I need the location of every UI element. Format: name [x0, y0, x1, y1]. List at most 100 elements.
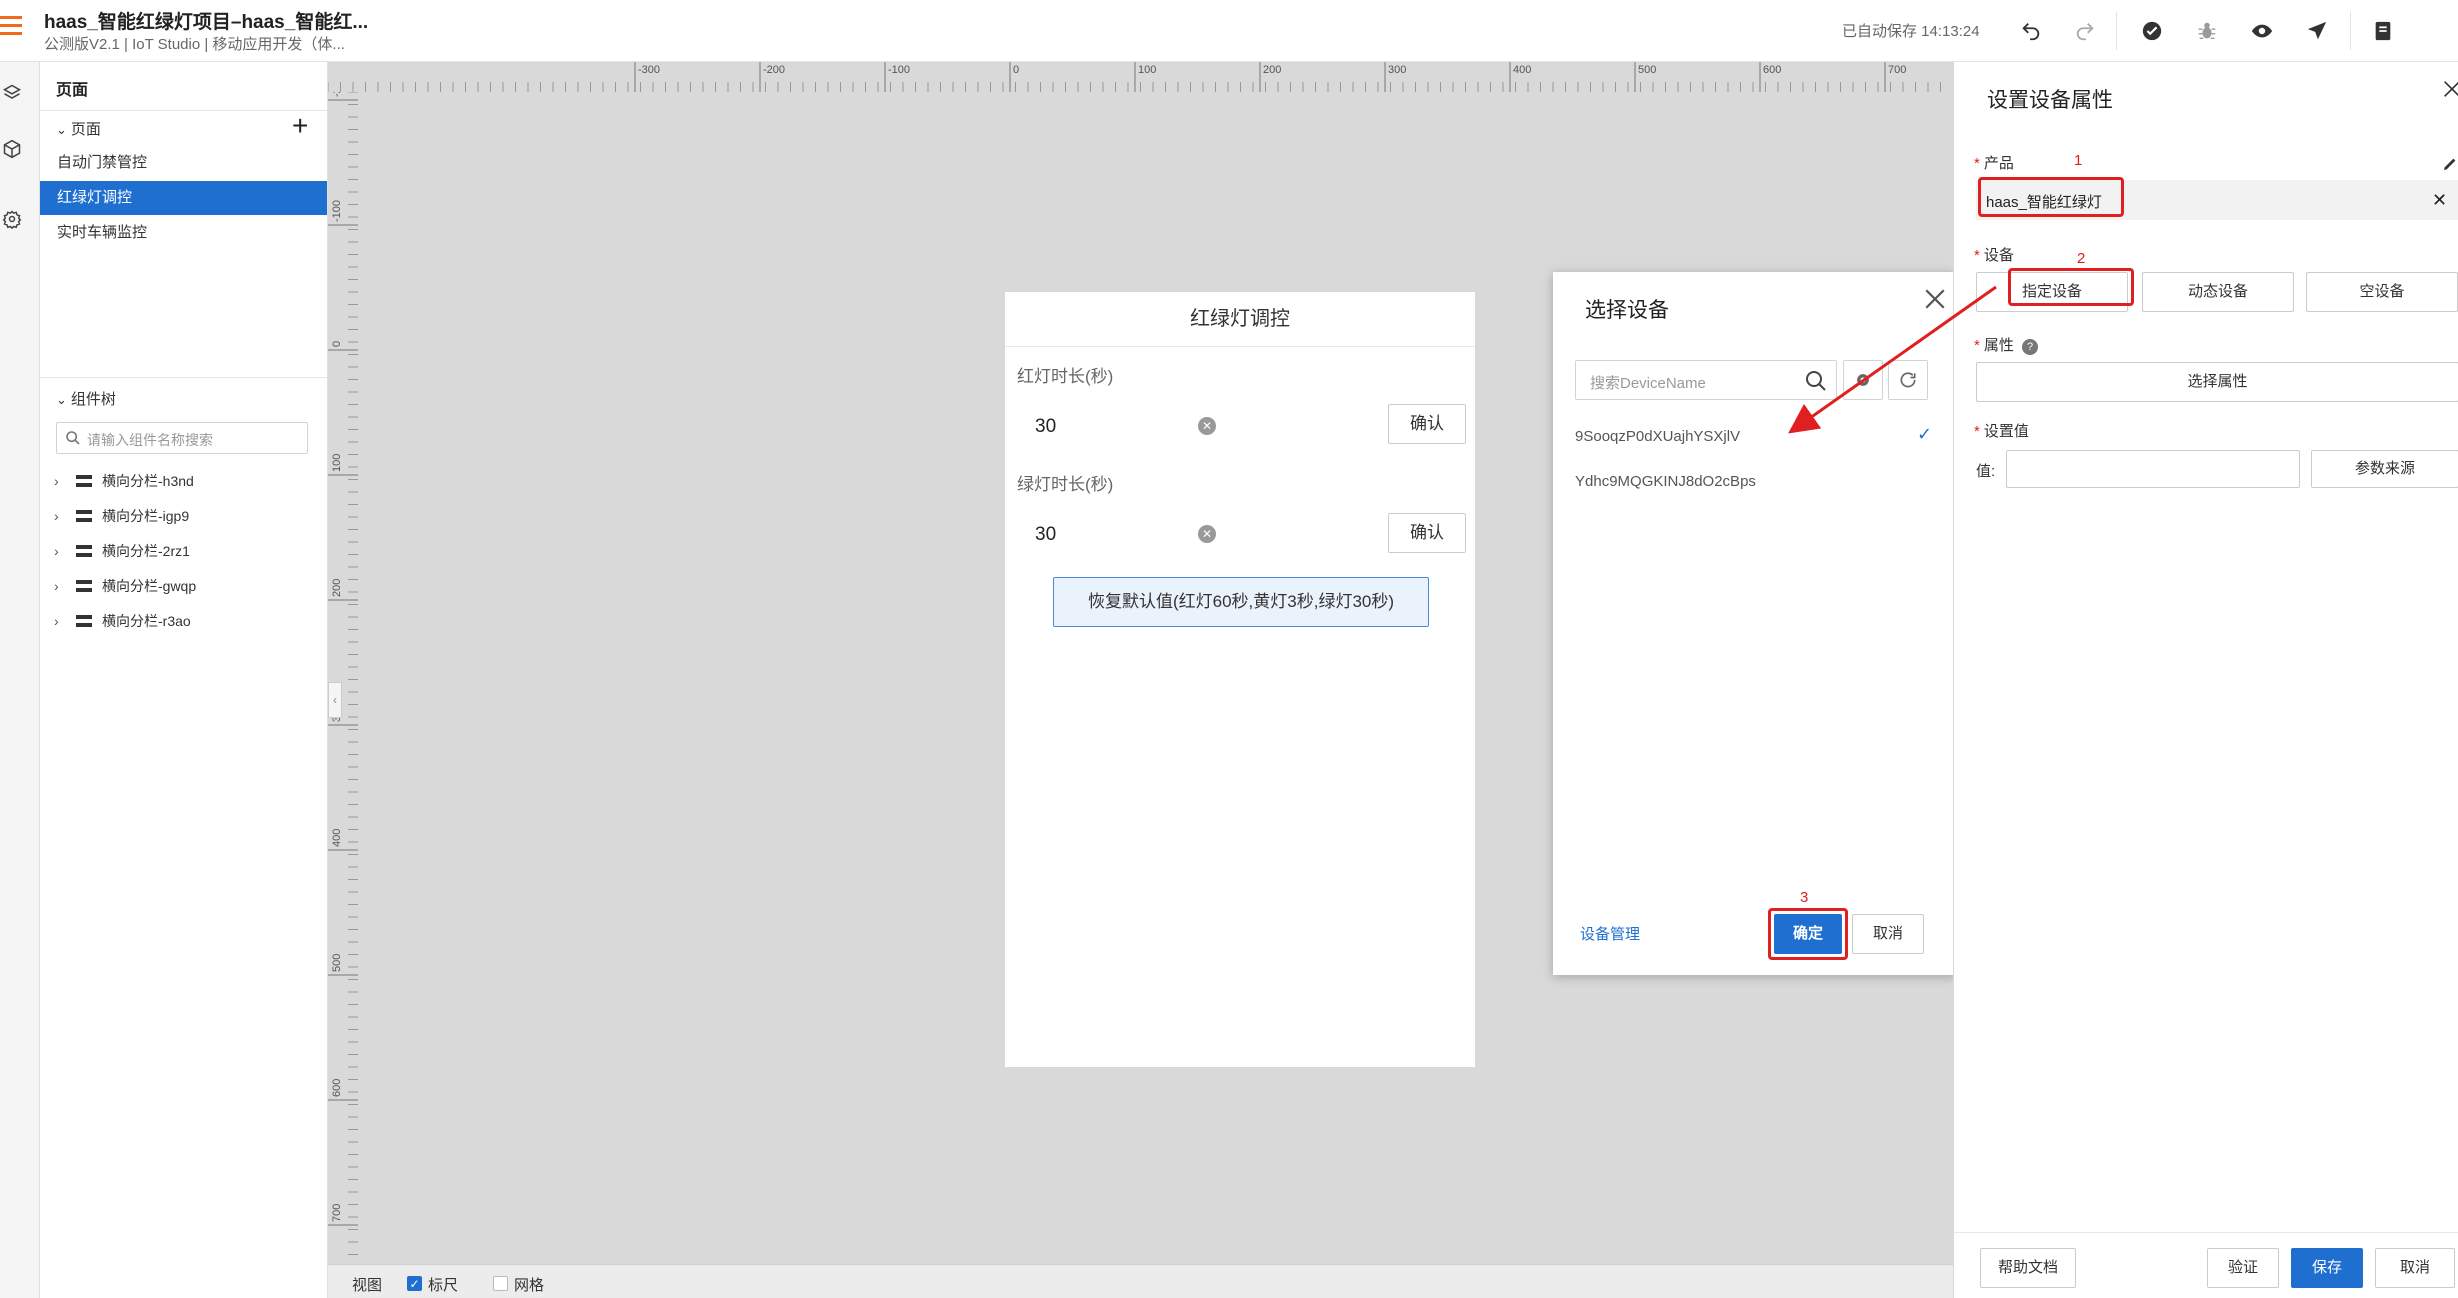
debug-bug-icon[interactable]	[2192, 16, 2222, 46]
tree-item[interactable]: › 横向分栏-2rz1	[54, 536, 190, 566]
chevron-right-icon: ›	[54, 508, 59, 524]
product-label-text: 产品	[1983, 155, 2014, 172]
ruler-label: 700	[331, 1204, 343, 1222]
green-confirm-button[interactable]: 确认	[1388, 513, 1466, 553]
edit-pencil-icon[interactable]	[2442, 156, 2458, 172]
ruler-label: 700	[1888, 64, 1906, 76]
close-icon[interactable]	[1920, 284, 1950, 314]
pages-group-toggle[interactable]: ⌄ 页面	[56, 118, 101, 139]
help-question-icon[interactable]: ?	[2022, 339, 2039, 355]
horizontal-ruler-ticks: -300 -200 -100 0 100 200 300 400 500 600 700	[327, 62, 1941, 92]
check-circle-icon[interactable]	[2137, 16, 2167, 46]
tree-item[interactable]: › 横向分栏-igp9	[54, 501, 189, 531]
ruler-label: -200	[331, 92, 343, 97]
device-search-input[interactable]: 搜索DeviceName	[1575, 360, 1837, 400]
ruler-label: 500	[331, 954, 343, 972]
annotation-highlight-box	[2008, 268, 2134, 306]
search-placeholder: 请输入组件名称搜索	[87, 432, 213, 448]
undo-icon[interactable]	[2016, 16, 2046, 46]
chevron-right-icon: ›	[54, 613, 59, 629]
search-placeholder: 搜索DeviceName	[1590, 375, 1706, 392]
value-input[interactable]	[2006, 450, 2300, 488]
page-item-vehicle-monitor[interactable]: 实时车辆监控	[40, 216, 327, 250]
select-device-dialog: 选择设备 搜索DeviceName 9SooqzP0dXUajhYSXjlV ✓…	[1553, 272, 1956, 975]
component-search-input[interactable]: 请输入组件名称搜索	[56, 422, 308, 454]
dialog-title: 选择设备	[1585, 299, 1669, 322]
property-label-text: 属性	[1983, 337, 2014, 354]
chevron-down-icon: ⌄	[56, 392, 67, 407]
search-icon	[66, 431, 80, 445]
divider	[40, 377, 327, 378]
chevron-right-icon: ›	[54, 578, 59, 594]
cancel-button[interactable]: 取消	[1852, 914, 1924, 954]
pages-group-label: 页面	[70, 121, 101, 138]
device-label-text: 设备	[1983, 247, 2014, 264]
canvas-bottom-bar: 视图 ✓ 标尺 网格	[328, 1264, 1953, 1298]
layers-icon[interactable]	[0, 78, 24, 108]
page-item-auto-gate[interactable]: 自动门禁管控	[40, 146, 327, 180]
toolbar-divider	[2116, 12, 2117, 50]
tree-item-label: 横向分栏-r3ao	[102, 613, 191, 629]
red-confirm-button[interactable]: 确认	[1388, 404, 1466, 444]
clear-input-icon[interactable]: ✕	[1198, 525, 1216, 543]
device-properties-panel: 设置设备属性 * 产品 1 haas_智能红绿灯 ✕ * 设备 2 指定设备 动态设…	[1953, 62, 2458, 1298]
redo-icon[interactable]	[2070, 16, 2100, 46]
tree-item[interactable]: › 横向分栏-h3nd	[54, 466, 194, 496]
preview-eye-icon[interactable]	[2247, 16, 2277, 46]
value-label: 值:	[1976, 463, 1996, 480]
product-label: * 产品	[1974, 155, 2014, 172]
gear-icon	[1857, 374, 1869, 386]
verify-button[interactable]: 验证	[2207, 1248, 2279, 1288]
ruler-label: 400	[331, 829, 343, 847]
help-docs-button[interactable]: 帮助文档	[1980, 1248, 2076, 1288]
green-duration-input[interactable]: 30	[1035, 524, 1056, 546]
refresh-icon	[1900, 372, 1916, 388]
set-value-label-text: 设置值	[1983, 423, 2029, 440]
grid-label: 网格	[514, 1277, 545, 1294]
ruler-label: 标尺	[428, 1277, 459, 1294]
hamburger-menu-icon[interactable]	[0, 16, 22, 38]
view-label: 视图	[352, 1277, 383, 1294]
ruler-label: 0	[331, 341, 343, 347]
project-subtitle: 公测版V2.1 | IoT Studio | 移动应用开发（体...	[44, 36, 345, 53]
select-property-button[interactable]: 选择属性	[1976, 362, 2458, 402]
collapse-panel-handle[interactable]: ‹	[328, 682, 342, 718]
toolbar-divider	[2350, 12, 2351, 50]
component-tree-title: 组件树	[70, 391, 116, 408]
horizontal-columns-icon	[76, 475, 92, 487]
component-cube-icon[interactable]	[0, 134, 24, 164]
red-duration-label: 红灯时长(秒)	[1017, 367, 1114, 386]
add-page-plus-icon[interactable]: +	[292, 112, 308, 140]
divider	[40, 110, 327, 111]
grid-checkbox[interactable]	[493, 1276, 508, 1291]
page-item-traffic-light[interactable]: 红绿灯调控	[40, 181, 327, 215]
empty-device-button[interactable]: 空设备	[2306, 272, 2458, 312]
ruler-checkbox[interactable]: ✓	[407, 1276, 422, 1291]
device-list-item[interactable]: 9SooqzP0dXUajhYSXjlV	[1575, 428, 1740, 445]
red-duration-input[interactable]: 30	[1035, 416, 1056, 438]
settings-gear-icon[interactable]	[0, 204, 24, 234]
device-list-item[interactable]: Ydhc9MQGKINJ8dO2cBps	[1575, 473, 1756, 490]
tree-item[interactable]: › 横向分栏-r3ao	[54, 606, 191, 636]
close-icon[interactable]	[2441, 78, 2458, 100]
filter-settings-button[interactable]	[1843, 360, 1883, 400]
save-button[interactable]: 保存	[2291, 1248, 2363, 1288]
cancel-button[interactable]: 取消	[2375, 1248, 2455, 1288]
dynamic-device-button[interactable]: 动态设备	[2142, 272, 2294, 312]
clear-input-icon[interactable]: ✕	[1198, 417, 1216, 435]
refresh-button[interactable]	[1888, 360, 1928, 400]
ruler-label: -100	[331, 200, 343, 222]
param-source-button[interactable]: 参数来源	[2311, 450, 2458, 488]
autosave-status: 已自动保存 14:13:24	[1842, 23, 1980, 40]
publish-send-icon[interactable]	[2302, 16, 2332, 46]
component-tree-toggle[interactable]: ⌄ 组件树	[56, 388, 116, 409]
ruler-label: 200	[1263, 64, 1281, 76]
ruler-label: -300	[638, 64, 660, 76]
annotation-marker-3: 3	[1800, 889, 1809, 906]
document-icon[interactable]	[2368, 16, 2398, 46]
clear-product-icon[interactable]: ✕	[2432, 190, 2447, 211]
reset-defaults-button[interactable]: 恢复默认值(红灯60秒,黄灯3秒,绿灯30秒)	[1053, 577, 1429, 627]
tree-item[interactable]: › 横向分栏-gwqp	[54, 571, 196, 601]
ruler-label: 300	[1388, 64, 1406, 76]
device-management-link[interactable]: 设备管理	[1580, 923, 1640, 944]
